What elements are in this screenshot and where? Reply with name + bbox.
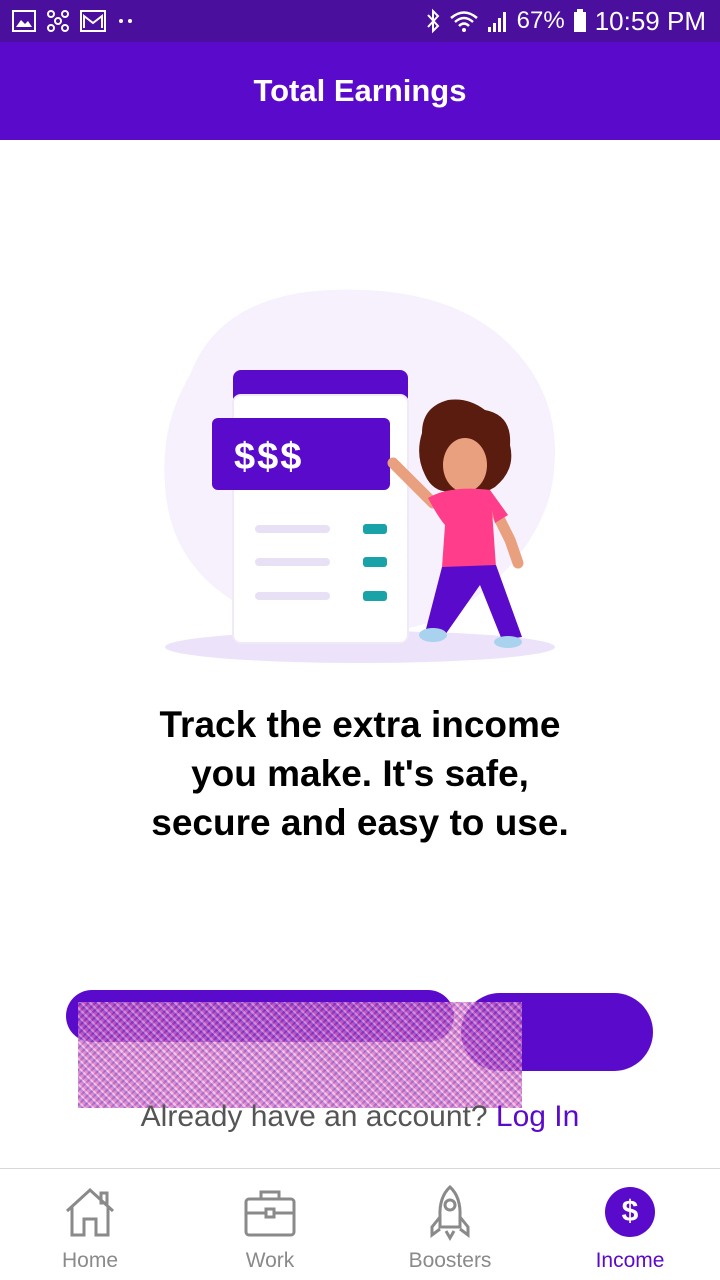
earnings-illustration: $$$	[164, 289, 556, 663]
nav-item-boosters[interactable]: Boosters	[360, 1169, 540, 1280]
nav-label-work: Work	[245, 1249, 295, 1272]
person-shoe-right	[494, 636, 522, 648]
nav-item-income[interactable]: $ Income	[540, 1169, 720, 1280]
login-link[interactable]: Log In	[496, 1100, 579, 1133]
status-time: 10:59 PM	[594, 5, 706, 36]
dollar-badge-text: $$$	[234, 436, 303, 478]
person-shoe-left	[419, 628, 447, 642]
headline-line-1: Track the extra income	[159, 704, 561, 745]
nav-label-boosters: Boosters	[408, 1249, 492, 1272]
dollar-icon: $	[605, 1187, 655, 1237]
battery-percent: 67%	[516, 7, 565, 34]
app-bar: Total Earnings	[0, 42, 720, 140]
battery-icon	[573, 9, 586, 32]
headline: Track the extra income you make. It's sa…	[60, 700, 660, 847]
wifi-icon	[449, 11, 478, 32]
headline-line-3: secure and easy to use.	[151, 802, 569, 843]
status-bar-left	[12, 8, 136, 34]
login-prompt: Already have an account?	[140, 1100, 488, 1133]
bluetooth-share-icon	[47, 10, 69, 32]
signal-icon	[487, 12, 506, 32]
home-icon	[65, 1187, 115, 1237]
rocket-icon	[430, 1184, 470, 1241]
briefcase-icon	[244, 1190, 296, 1237]
headline-line-2: you make. It's safe,	[191, 753, 529, 794]
nav-label-home: Home	[61, 1249, 119, 1272]
cta-area	[66, 990, 654, 1108]
gmail-icon	[80, 10, 106, 32]
nav-item-work[interactable]: Work	[180, 1169, 360, 1280]
redacted-overlay	[78, 1002, 522, 1108]
login-row: Already have an account? Log In	[0, 1100, 720, 1134]
status-bar-right: 67% 10:59 PM	[425, 6, 706, 36]
page-title: Total Earnings	[253, 73, 467, 108]
person-pants	[426, 565, 522, 640]
bluetooth-icon	[426, 8, 440, 34]
person-face	[443, 438, 487, 492]
nav-label-income: Income	[595, 1249, 665, 1272]
bottom-nav: Home Work Boosters $ Income	[0, 1168, 720, 1280]
image-icon	[12, 10, 36, 32]
nav-item-home[interactable]: Home	[0, 1169, 180, 1280]
status-bar: 67% 10:59 PM	[0, 0, 720, 42]
more-dots-icon	[119, 19, 132, 23]
